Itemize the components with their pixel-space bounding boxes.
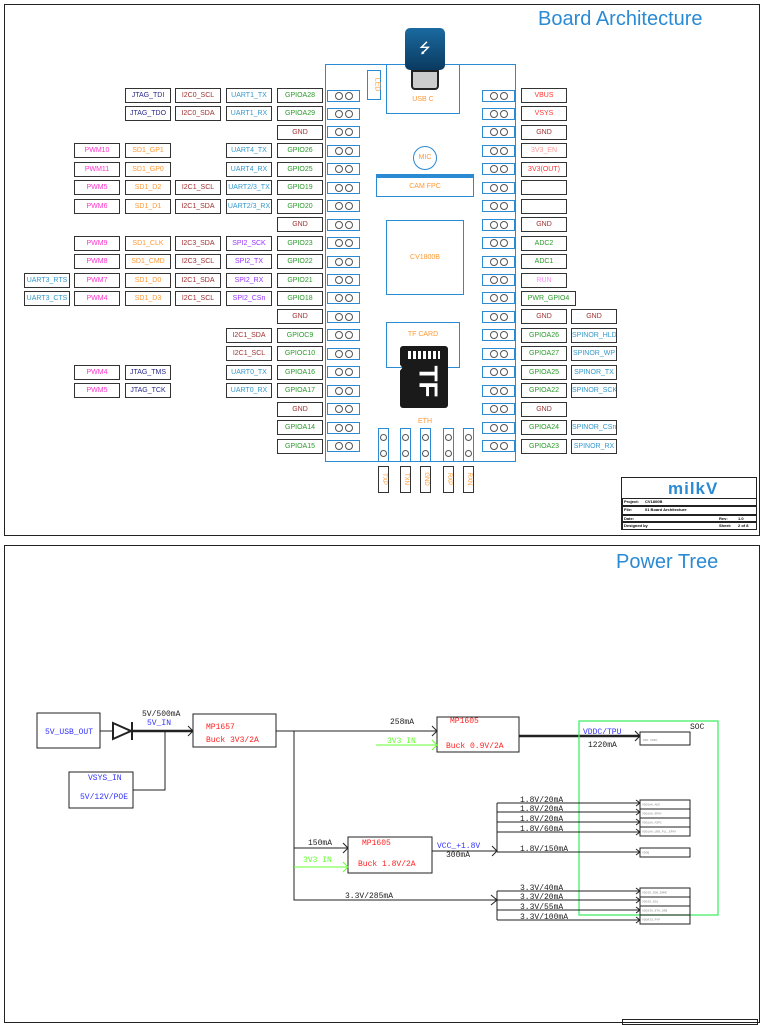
usb-out-label: 5V_USB_OUT [45,728,93,737]
soc-pin-label: VDDIO_SD0_EMMC [642,892,667,895]
mp1605-18v-label: MP1605 [362,839,391,848]
next-title-block [622,1019,758,1025]
mp1605-09v-label: MP1605 [450,717,479,726]
branch-label: 3.3V/40mA [520,884,563,893]
3v3-in-label-2: 3V3 IN [303,856,332,865]
current-258-label: 258mA [390,718,414,727]
branch-label: 3.3V/100mA [520,913,568,922]
vcc-18v-label: VCC_+1.8V [437,842,480,851]
mp1605-18v-sub-label: Buck 1.8V/2A [358,860,416,869]
soc-pin-label: VDD18A_EPHY [642,813,662,816]
current-150-label: 150mA [308,839,332,848]
soc-pin-label: VDD33A_ETH_USB [642,910,667,913]
soc-pin-label: VDD18A_MIPI [642,822,662,825]
soc-vddc-pin: SOC VDDC [643,739,658,742]
soc-pin-label: VDDA33_PYP [642,919,660,922]
mp1605-09v-sub-label: Buck 0.9V/2A [446,742,504,751]
soc-pin-label: VDD18A_USB_PLL_EPHY [642,831,676,834]
branch-label: 1.8V/60mA [520,825,563,834]
5v-in-label: 5V_IN [147,719,171,728]
current-1220-label: 1220mA [588,741,617,750]
mp1657-sub-label: Buck 3V3/2A [206,736,259,745]
branch-label: 1.8V/150mA [520,845,568,854]
current-300-label: 300mA [446,851,470,860]
vsys-in-label: VSYS_IN [88,774,122,783]
diode-icon [112,721,134,741]
branch-label: 1.8V/20mA [520,805,563,814]
rail-33v-label: 3.3V/285mA [345,892,393,901]
soc-pin-label: VDD18A_AUD [642,804,660,807]
branch-label: 1.8V/20mA [520,796,563,805]
soc-label: SOC [690,723,705,732]
3v3-in-label: 3V3 IN [387,737,416,746]
power-tree-diagram: 1.8V/20mA VDD18A_AUD 1.8V/20mA VDD18A_EPHY 1… [36,710,719,925]
soc-pin-label: VDDQ [642,852,649,855]
vddc-tpu-label: VDDC/TPU [583,728,622,737]
branch-label: 1.8V/20mA [520,815,563,824]
mp1657-label: MP1657 [206,723,235,732]
branch-label: 3.3V/20mA [520,893,563,902]
input-current-label: 5V/500mA [142,710,181,719]
soc-pin-label: VDDIO_SD1 [642,901,658,904]
branch-label: 3.3V/55mA [520,903,563,912]
vsys-sub-label: 5V/12V/POE [80,793,128,802]
